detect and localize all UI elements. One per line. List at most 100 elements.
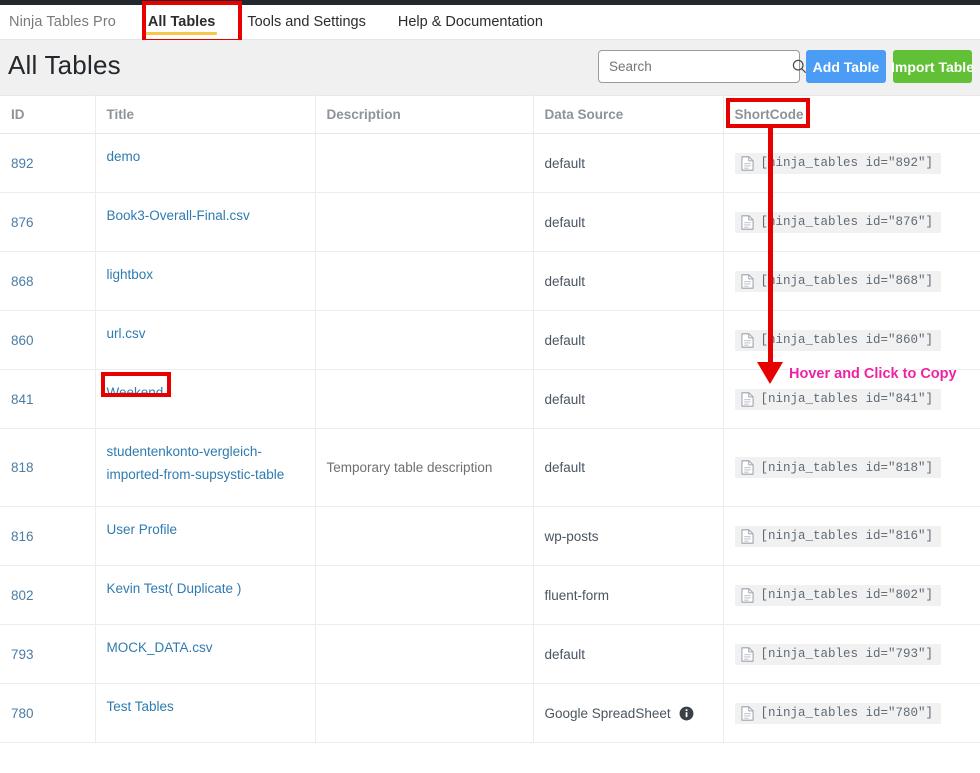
shortcode-copy-button[interactable]: [ninja_tables id="868"] xyxy=(734,270,942,292)
cell-data-source: default xyxy=(533,428,724,507)
shortcode-copy-button[interactable]: [ninja_tables id="892"] xyxy=(734,152,942,174)
shortcode-copy-button[interactable]: [ninja_tables id="793"] xyxy=(734,643,942,665)
shortcode-text: [ninja_tables id="802"] xyxy=(760,588,934,602)
document-icon xyxy=(740,646,754,662)
shortcode-copy-button[interactable]: [ninja_tables id="876"] xyxy=(734,211,942,233)
cell-title: lightbox xyxy=(95,251,316,311)
table-title-link[interactable]: MOCK_DATA.csv xyxy=(107,640,213,655)
cell-id: 816 xyxy=(0,506,96,566)
cell-shortcode: [ninja_tables id="780"] xyxy=(723,683,980,743)
shortcode-copy-button[interactable]: [ninja_tables id="841"] xyxy=(734,388,942,410)
data-source-wrap: default xyxy=(545,156,586,171)
cell-data-source: default xyxy=(533,251,724,311)
search-box[interactable] xyxy=(598,50,807,83)
cell-shortcode: [ninja_tables id="868"] xyxy=(723,251,980,311)
document-icon xyxy=(740,391,754,407)
table-row: 780 Test Tables Google SpreadSheet [ninja_t… xyxy=(0,683,980,743)
data-source-wrap: default xyxy=(545,647,586,662)
table-title-link[interactable]: Book3-Overall-Final.csv xyxy=(107,208,250,223)
import-table-button[interactable]: Import Table xyxy=(891,50,974,83)
data-source-label: default xyxy=(544,646,586,662)
data-source-label: Google SpreadSheet xyxy=(544,705,671,721)
tab-tools-and-settings-label: Tools and Settings xyxy=(247,14,366,30)
info-icon[interactable] xyxy=(679,706,694,721)
cell-id: 892 xyxy=(0,133,96,193)
cell-description xyxy=(315,251,534,311)
table-header-row: ID Title Description Data Source ShortCo… xyxy=(0,95,980,134)
data-source-label: default xyxy=(544,214,586,230)
shortcode-copy-button[interactable]: [ninja_tables id="860"] xyxy=(734,329,942,351)
shortcode-text: [ninja_tables id="816"] xyxy=(760,529,934,543)
cell-description xyxy=(315,192,534,252)
table-title-link[interactable]: Test Tables xyxy=(107,699,174,714)
plugin-brand-label: Ninja Tables Pro xyxy=(9,14,116,30)
data-source-wrap: default xyxy=(545,392,586,407)
document-icon xyxy=(740,528,754,544)
cell-id: 841 xyxy=(0,369,96,429)
cell-title: Book3-Overall-Final.csv xyxy=(95,192,316,252)
shortcode-text: [ninja_tables id="793"] xyxy=(760,647,934,661)
cell-title: Kevin Test( Duplicate ) xyxy=(95,565,316,625)
tables-list-container: ID Title Description Data Source ShortCo… xyxy=(0,95,980,773)
ninja-tables-page: Ninja Tables Pro All Tables Tools and Se… xyxy=(0,0,980,773)
cell-id: 780 xyxy=(0,683,96,743)
search-input[interactable] xyxy=(599,59,792,74)
column-header-data-source[interactable]: Data Source xyxy=(533,95,724,134)
tab-all-tables-label: All Tables xyxy=(147,14,216,30)
shortcode-copy-button[interactable]: [ninja_tables id="780"] xyxy=(734,702,942,724)
document-icon xyxy=(740,705,754,721)
table-row: 841 Weekend default [ninja_tables id="841"] xyxy=(0,369,980,429)
cell-shortcode: [ninja_tables id="860"] xyxy=(723,310,980,370)
cell-description xyxy=(315,624,534,684)
shortcode-text: [ninja_tables id="892"] xyxy=(760,156,934,170)
table-row: 892 demo default [ninja_tables id="892"] xyxy=(0,133,980,193)
cell-id: 818 xyxy=(0,428,96,507)
cell-description xyxy=(315,506,534,566)
table-title-link[interactable]: url.csv xyxy=(107,326,146,341)
cell-id: 802 xyxy=(0,565,96,625)
column-header-shortcode[interactable]: ShortCode xyxy=(723,95,980,134)
tab-all-tables[interactable]: All Tables xyxy=(132,5,231,39)
data-source-label: default xyxy=(544,155,586,171)
tab-tools-and-settings[interactable]: Tools and Settings xyxy=(231,5,382,39)
table-title-link[interactable]: User Profile xyxy=(107,522,178,537)
table-row: 793 MOCK_DATA.csv default [ninja_tables id=… xyxy=(0,624,980,684)
table-title-link[interactable]: demo xyxy=(107,149,141,164)
cell-data-source: default xyxy=(533,192,724,252)
cell-shortcode: [ninja_tables id="816"] xyxy=(723,506,980,566)
search-icon[interactable] xyxy=(792,59,807,74)
cell-data-source: default xyxy=(533,369,724,429)
cell-id: 793 xyxy=(0,624,96,684)
cell-description xyxy=(315,683,534,743)
cell-description xyxy=(315,369,534,429)
data-source-label: default xyxy=(544,332,586,348)
shortcode-copy-button[interactable]: [ninja_tables id="802"] xyxy=(734,584,942,606)
column-header-id[interactable]: ID xyxy=(0,95,96,134)
table-title-link[interactable]: Weekend xyxy=(107,385,164,400)
tab-help-documentation[interactable]: Help & Documentation xyxy=(382,5,559,39)
table-row: 860 url.csv default [ninja_tables id="860"] xyxy=(0,310,980,370)
page-header: All Tables Add Table Import Table xyxy=(0,40,980,95)
data-source-label: fluent-form xyxy=(544,587,610,603)
cell-title: studentenkonto-vergleich-imported-from-s… xyxy=(95,428,316,507)
shortcode-text: [ninja_tables id="876"] xyxy=(760,215,934,229)
shortcode-text: [ninja_tables id="868"] xyxy=(760,274,934,288)
add-table-button[interactable]: Add Table xyxy=(806,50,886,83)
column-header-description[interactable]: Description xyxy=(315,95,534,134)
table-body: 892 demo default [ninja_tables id="892"] 876… xyxy=(0,133,980,743)
cell-shortcode: [ninja_tables id="841"] xyxy=(723,369,980,429)
shortcode-copy-button[interactable]: [ninja_tables id="818"] xyxy=(734,457,942,478)
cell-id: 876 xyxy=(0,192,96,252)
cell-data-source: default xyxy=(533,310,724,370)
cell-shortcode: [ninja_tables id="892"] xyxy=(723,133,980,193)
data-source-label: default xyxy=(544,460,586,475)
table-row: 868 lightbox default [ninja_tables id="868"… xyxy=(0,251,980,311)
cell-title: Test Tables xyxy=(95,683,316,743)
cell-title: demo xyxy=(95,133,316,193)
table-title-link[interactable]: Kevin Test( Duplicate ) xyxy=(107,581,242,596)
table-title-link[interactable]: studentenkonto-vergleich-imported-from-s… xyxy=(107,444,285,482)
cell-shortcode: [ninja_tables id="818"] xyxy=(723,428,980,507)
shortcode-copy-button[interactable]: [ninja_tables id="816"] xyxy=(734,525,942,547)
column-header-title[interactable]: Title xyxy=(95,95,316,134)
table-title-link[interactable]: lightbox xyxy=(107,267,154,282)
